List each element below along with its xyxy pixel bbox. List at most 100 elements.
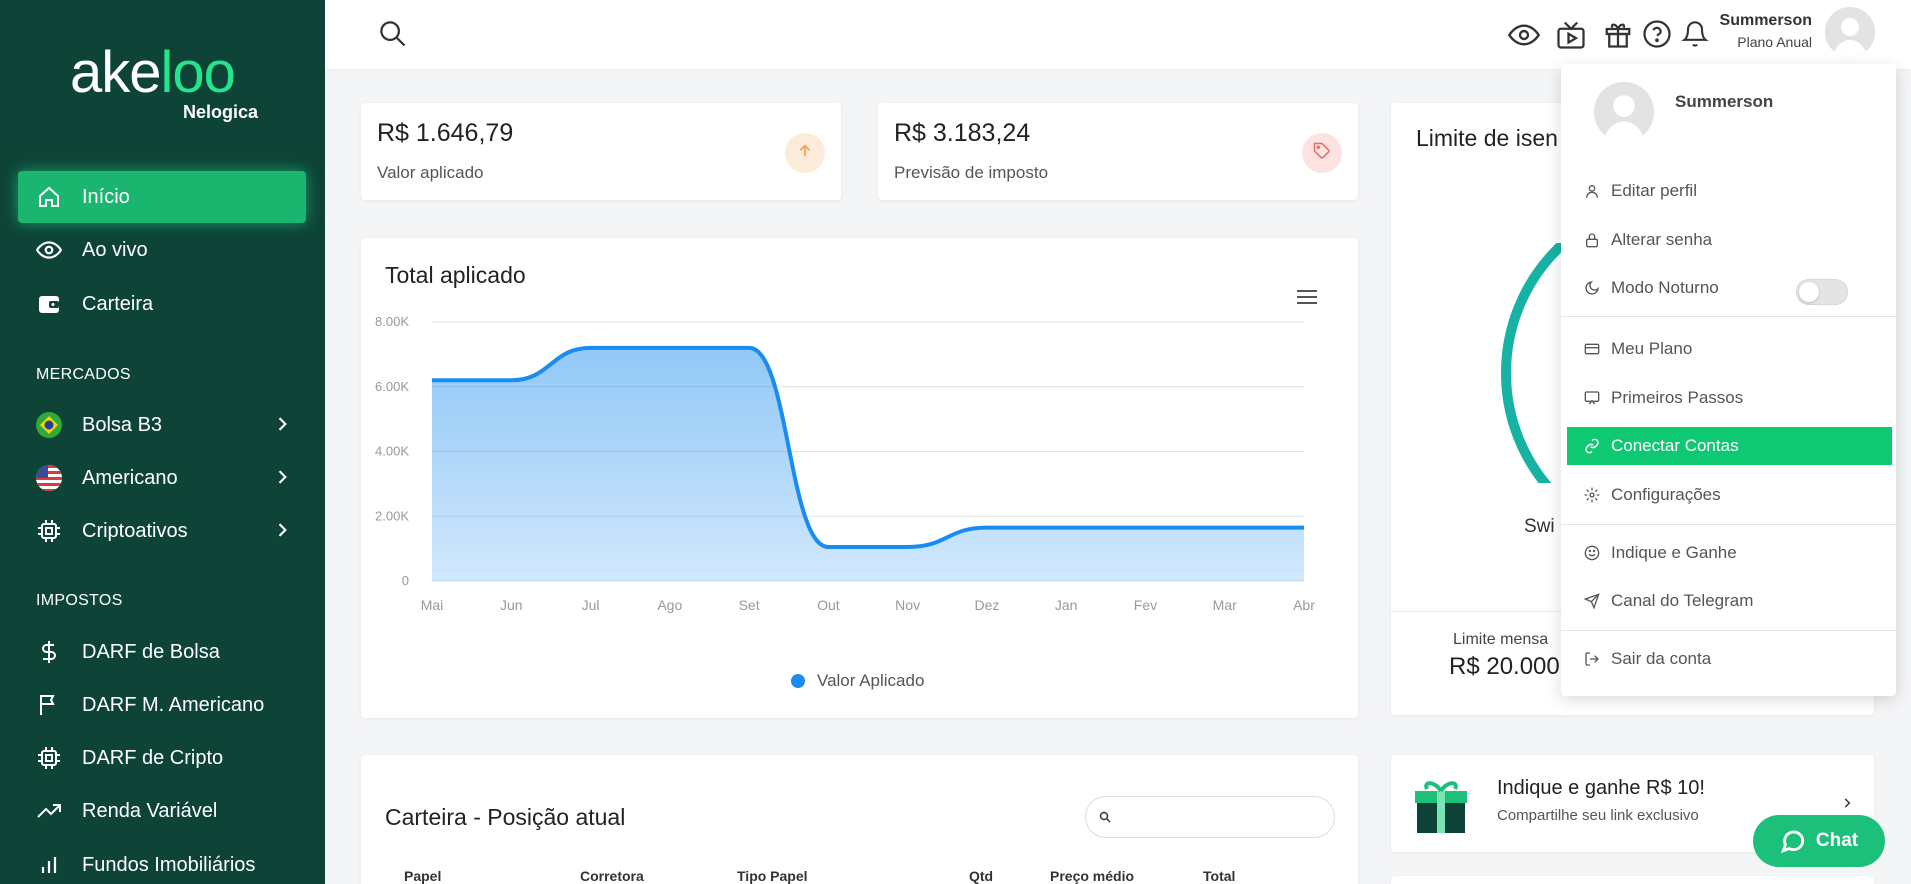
menu-item-label: Configurações (1611, 485, 1721, 504)
tv-play-icon[interactable] (1556, 19, 1586, 56)
sidebar-item-renda-variavel[interactable]: Renda Variável (18, 785, 306, 837)
menu-item-label: Conectar Contas (1611, 436, 1739, 455)
sidebar: akeloo Nelogica Início Ao vivo Carteira … (0, 0, 325, 884)
limit-value: R$ 20.000 (1449, 653, 1560, 680)
menu-item-primeiros-passos[interactable]: Primeiros Passos (1567, 379, 1892, 417)
moon-icon (1583, 279, 1601, 297)
logo[interactable]: akeloo Nelogica (70, 40, 270, 123)
x-tick-label: Nov (895, 597, 920, 613)
column-header[interactable]: Preço médio (1050, 868, 1134, 884)
link-icon (1583, 437, 1601, 455)
cast-icon (1583, 389, 1601, 407)
menu-item-meu-plano[interactable]: Meu Plano (1567, 330, 1892, 368)
sidebar-item-inicio[interactable]: Início (18, 171, 306, 223)
sidebar-item-darf-cripto[interactable]: DARF de Cripto (18, 732, 306, 784)
menu-item-canal-telegram[interactable]: Canal do Telegram (1567, 582, 1892, 620)
menu-item-indique-e-ganhe[interactable]: Indique e Ganhe (1567, 534, 1892, 572)
chart-card: Total aplicado 0 2.00K 4.00K 6.00K 8.00K Mai J… (361, 238, 1358, 718)
section-impostos: IMPOSTOS (36, 592, 123, 609)
dropdown-avatar (1594, 82, 1654, 142)
chart-plot: 0 2.00K 4.00K 6.00K 8.00K Mai Jun Jul Ago Set Out N… (375, 314, 1315, 613)
chat-bubble-icon (1780, 828, 1806, 854)
x-tick-label: Out (817, 597, 840, 613)
eye-icon[interactable] (1507, 19, 1541, 56)
menu-item-label: Alterar senha (1611, 230, 1713, 249)
chevron-right-icon (272, 414, 292, 440)
credit-card-icon (1583, 340, 1601, 358)
logo-sub: Nelogica (182, 102, 258, 122)
menu-item-label: Primeiros Passos (1611, 388, 1744, 407)
logo-text-1: ake (70, 40, 162, 105)
eye-icon (36, 237, 62, 263)
sidebar-item-label: Carteira (82, 292, 154, 315)
user-name: Summerson (1719, 12, 1812, 29)
legend-label: Valor Aplicado (817, 671, 925, 690)
sidebar-item-fundos-imobiliarios[interactable]: Fundos Imobiliários (18, 839, 306, 884)
x-tick-label: Ago (657, 597, 682, 613)
sidebar-item-americano[interactable]: Americano (18, 452, 306, 504)
divider (1561, 524, 1896, 525)
sidebar-item-label: Renda Variável (82, 799, 218, 822)
home-icon (36, 184, 62, 210)
menu-item-editar-perfil[interactable]: Editar perfil (1567, 172, 1892, 210)
menu-item-label: Modo Noturno (1611, 278, 1719, 297)
y-tick-label: 8.00K (375, 314, 409, 329)
dollar-icon (36, 639, 62, 665)
x-tick-label: Mai (421, 597, 444, 613)
divider (1561, 630, 1896, 631)
user-dropdown: Summerson Editar perfil Alterar senha Mo… (1561, 64, 1896, 696)
sidebar-item-label: Bolsa B3 (82, 413, 163, 436)
x-tick-label: Jun (500, 597, 523, 613)
chevron-right-icon (272, 467, 292, 493)
menu-item-configuracoes[interactable]: Configurações (1567, 476, 1892, 514)
swing-label: Swi (1524, 516, 1555, 537)
menu-item-sair[interactable]: Sair da conta (1567, 640, 1892, 678)
stat-badge (785, 133, 825, 173)
column-header[interactable]: Corretora (580, 868, 644, 884)
sidebar-item-label: Fundos Imobiliários (82, 853, 256, 876)
dark-mode-toggle[interactable] (1796, 279, 1848, 305)
brazil-flag-icon (36, 412, 62, 438)
x-tick-label: Abr (1293, 597, 1315, 613)
menu-item-conectar-contas[interactable]: Conectar Contas (1567, 427, 1892, 465)
avatar[interactable] (1825, 7, 1875, 57)
x-tick-label: Fev (1134, 597, 1157, 613)
section-mercados: MERCADOS (36, 366, 131, 383)
sidebar-item-ao-vivo[interactable]: Ao vivo (18, 224, 306, 276)
menu-item-label: Editar perfil (1611, 181, 1697, 200)
sidebar-item-criptoativos[interactable]: Criptoativos (18, 505, 306, 557)
menu-item-modo-noturno[interactable]: Modo Noturno (1567, 269, 1892, 307)
column-header[interactable]: Papel (404, 868, 441, 884)
sidebar-item-carteira[interactable]: Carteira (18, 278, 306, 330)
sidebar-item-darf-americano[interactable]: DARF M. Americano (18, 679, 306, 731)
trending-up-icon (36, 798, 62, 824)
promo-subtitle: Compartilhe seu link exclusivo (1497, 807, 1699, 824)
column-header[interactable]: Qtd (969, 868, 993, 884)
column-header[interactable]: Tipo Papel (737, 868, 808, 884)
help-icon[interactable] (1642, 19, 1672, 54)
isencao-title: Limite de isen (1416, 125, 1558, 151)
send-icon (1583, 592, 1601, 610)
sidebar-item-label: DARF M. Americano (82, 693, 265, 716)
menu-item-alterar-senha[interactable]: Alterar senha (1567, 221, 1892, 259)
x-tick-label: Mar (1213, 597, 1237, 613)
bell-icon[interactable] (1681, 19, 1709, 54)
y-tick-label: 0 (402, 573, 409, 588)
carteira-search-input[interactable] (1085, 796, 1335, 838)
stat-label: Valor aplicado (377, 163, 484, 182)
sidebar-item-label: Ao vivo (82, 238, 148, 261)
sidebar-item-darf-bolsa[interactable]: DARF de Bolsa (18, 626, 306, 678)
lock-icon (1583, 231, 1601, 249)
y-tick-label: 4.00K (375, 444, 409, 459)
menu-item-label: Sair da conta (1611, 649, 1712, 668)
stat-badge (1302, 133, 1342, 173)
chevron-right-icon (272, 520, 292, 546)
sidebar-item-label: Criptoativos (82, 519, 188, 542)
chart-legend: Valor Aplicado (791, 671, 924, 691)
sidebar-item-bolsa-b3[interactable]: Bolsa B3 (18, 399, 306, 451)
gift-icon[interactable] (1603, 19, 1633, 54)
column-header[interactable]: Total (1203, 868, 1235, 884)
search-icon[interactable] (377, 18, 407, 53)
stat-card-valor-aplicado: R$ 1.646,79 Valor aplicado (361, 103, 841, 200)
chat-button[interactable]: Chat (1753, 815, 1885, 867)
